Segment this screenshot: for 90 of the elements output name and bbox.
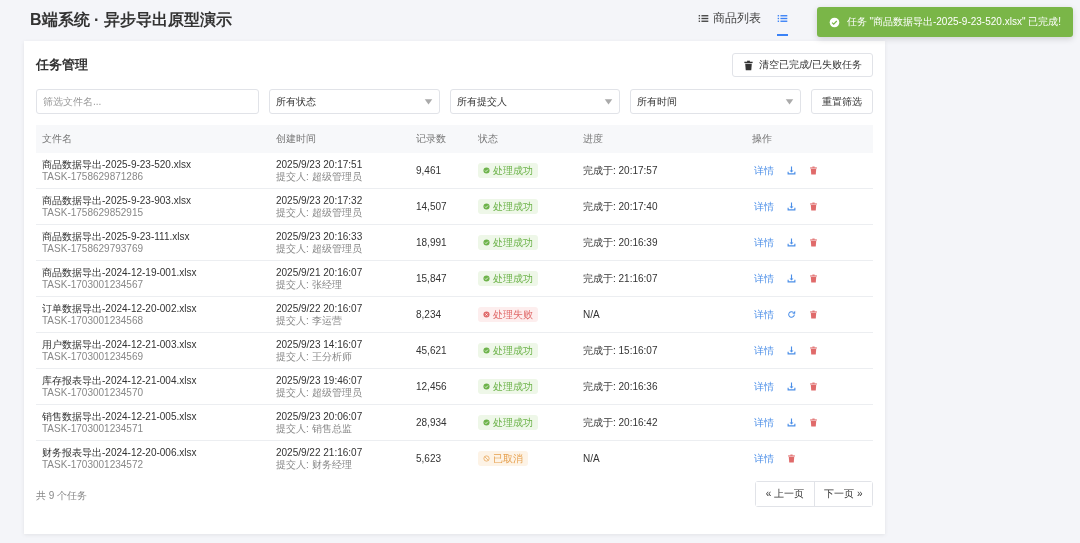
submitter: 提交人: 销售总监	[276, 423, 353, 435]
progress-text: 完成于: 20:17:40	[583, 200, 658, 212]
column-header: 操作	[746, 125, 873, 153]
created-time: 2025/9/22 20:16:07	[276, 302, 364, 314]
file-name: 财务报表导出-2024-12-20-006.xlsx	[42, 446, 198, 458]
details-link[interactable]: 详情	[754, 164, 774, 177]
file-name: 商品数据导出-2025-9-23-903.xlsx	[42, 194, 192, 206]
progress-text: 完成于: 20:16:42	[583, 416, 658, 428]
next-page-button[interactable]: 下一页 »	[814, 482, 872, 506]
nav-tab[interactable]: 商品列表	[698, 2, 761, 36]
record-count: 45,621	[416, 344, 447, 356]
progress-text: 完成于: 20:17:57	[583, 164, 658, 176]
created-time: 2025/9/23 20:17:32	[276, 194, 364, 206]
file-name: 用户数据导出-2024-12-21-003.xlsx	[42, 338, 198, 350]
record-count: 15,847	[416, 272, 447, 284]
task-id: TASK-1758629871286	[42, 171, 144, 183]
details-link[interactable]: 详情	[754, 236, 774, 249]
panel-title: 任务管理	[36, 56, 88, 74]
details-link[interactable]: 详情	[754, 416, 774, 429]
created-time: 2025/9/23 20:16:33	[276, 230, 364, 242]
column-header: 记录数	[410, 125, 472, 153]
submitter: 提交人: 超级管理员	[276, 387, 363, 399]
details-link[interactable]: 详情	[754, 344, 774, 357]
record-count: 14,507	[416, 200, 447, 212]
details-link[interactable]: 详情	[754, 452, 774, 465]
column-header: 状态	[472, 125, 577, 153]
details-link[interactable]: 详情	[754, 380, 774, 393]
record-count: 12,456	[416, 380, 447, 392]
status-badge: 处理成功	[478, 414, 538, 431]
search-field[interactable]: 筛选文件名...	[36, 89, 259, 114]
submitter: 提交人: 李运营	[276, 315, 343, 327]
record-count: 5,623	[416, 452, 442, 464]
column-header: 创建时间	[270, 125, 410, 153]
status-badge: 处理失败	[478, 306, 538, 323]
task-id: TASK-1703001234569	[42, 351, 144, 363]
column-header: 文件名	[36, 125, 270, 153]
column-header: 进度	[577, 125, 746, 153]
clear-button[interactable]: 清空已完成/已失败任务	[732, 53, 873, 77]
file-name: 销售数据导出-2024-12-21-005.xlsx	[42, 410, 198, 422]
app-title: B端系统 · 异步导出原型演示	[30, 9, 232, 30]
toast-message: 任务 "商品数据导出-2025-9-23-520.xlsx" 已完成!	[846, 15, 1061, 29]
file-name: 商品数据导出-2025-9-23-111.xlsx	[42, 230, 191, 242]
record-count: 28,934	[416, 416, 447, 428]
record-count: 18,991	[416, 236, 447, 248]
file-name: 库存报表导出-2024-12-21-004.xlsx	[42, 374, 198, 386]
status-badge: 处理成功	[478, 270, 538, 287]
progress-text: N/A	[583, 452, 600, 464]
progress-text: 完成于: 20:16:39	[583, 236, 658, 248]
task-id: TASK-1758629793769	[42, 243, 144, 255]
task-id: TASK-1703001234568	[42, 315, 144, 327]
created-time: 2025/9/23 20:17:51	[276, 158, 364, 170]
status-badge: 处理成功	[478, 342, 538, 359]
progress-text: 完成于: 15:16:07	[583, 344, 658, 356]
file-name: 订单数据导出-2024-12-20-002.xlsx	[42, 302, 198, 314]
status-badge: 处理成功	[478, 234, 538, 251]
reset-button[interactable]: 重置筛选	[811, 89, 873, 114]
status-badge: 处理成功	[478, 162, 538, 179]
status-badge: 已取消	[478, 450, 528, 467]
details-link[interactable]: 详情	[754, 272, 774, 285]
submitter: 提交人: 超级管理员	[276, 171, 363, 183]
progress-text: N/A	[583, 308, 600, 320]
details-link[interactable]: 详情	[754, 200, 774, 213]
file-name: 商品数据导出-2024-12-19-001.xlsx	[42, 266, 198, 278]
file-name: 商品数据导出-2025-9-23-520.xlsx	[42, 158, 192, 170]
created-time: 2025/9/23 19:46:07	[276, 374, 364, 386]
progress-text: 完成于: 21:16:07	[583, 272, 658, 284]
created-time: 2025/9/23 14:16:07	[276, 338, 364, 350]
submitter: 提交人: 超级管理员	[276, 243, 363, 255]
status-badge: 处理成功	[478, 198, 538, 215]
task-count: 共 9 个任务	[36, 489, 88, 503]
task-id: TASK-1758629852915	[42, 207, 144, 219]
submitter: 提交人: 王分析师	[276, 351, 353, 363]
details-link[interactable]: 详情	[754, 308, 774, 321]
task-id: TASK-1703001234567	[42, 279, 144, 291]
record-count: 9,461	[416, 164, 442, 176]
submitter: 提交人: 超级管理员	[276, 207, 363, 219]
dropdown[interactable]: 所有状态	[269, 89, 440, 114]
submitter: 提交人: 张经理	[276, 279, 343, 291]
task-id: TASK-1703001234571	[42, 423, 144, 435]
task-id: TASK-1703001234570	[42, 387, 144, 399]
task-id: TASK-1703001234572	[42, 459, 144, 471]
created-time: 2025/9/23 20:06:07	[276, 410, 364, 422]
dropdown[interactable]: 所有时间	[630, 89, 801, 114]
status-badge: 处理成功	[478, 378, 538, 395]
progress-text: 完成于: 20:16:36	[583, 380, 658, 392]
record-count: 8,234	[416, 308, 442, 320]
created-time: 2025/9/22 21:16:07	[276, 446, 364, 458]
submitter: 提交人: 财务经理	[276, 459, 353, 471]
dropdown[interactable]: 所有提交人	[449, 89, 621, 114]
created-time: 2025/9/21 20:16:07	[276, 266, 364, 278]
